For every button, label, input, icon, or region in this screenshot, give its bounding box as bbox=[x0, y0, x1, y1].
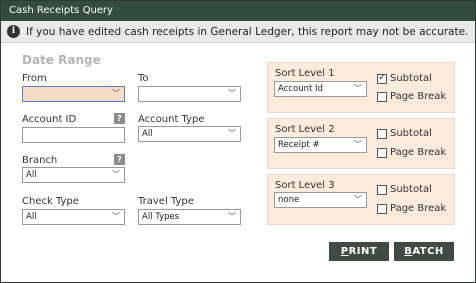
checkmark-icon[interactable]: ✓ bbox=[377, 73, 387, 84]
page-break-box[interactable] bbox=[377, 203, 387, 214]
chevron-down-icon: ﹀ bbox=[228, 129, 236, 138]
info-icon: i bbox=[7, 25, 20, 38]
page-break-label: Page Break bbox=[390, 91, 447, 102]
sort-level-1-subtotal-checkbox[interactable]: ✓ Subtotal bbox=[377, 73, 432, 84]
chevron-down-icon: ﹀ bbox=[228, 212, 236, 221]
page-break-box[interactable] bbox=[377, 91, 387, 102]
account-type-select[interactable]: All ﹀ bbox=[138, 126, 241, 142]
sort-level-2-panel: Sort Level 2 Receipt # ﹀ Subtotal Page B… bbox=[267, 118, 455, 169]
print-accelerator: P bbox=[340, 246, 349, 257]
chevron-down-icon: ﹀ bbox=[112, 212, 120, 221]
branch-label: Branch bbox=[22, 155, 58, 166]
info-banner: i If you have edited cash receipts in Ge… bbox=[1, 21, 475, 43]
sort-level-2-subtotal-checkbox[interactable]: Subtotal bbox=[377, 128, 432, 139]
travel-type-label: Travel Type bbox=[138, 196, 194, 207]
sort-level-2-value: Receipt # bbox=[278, 140, 320, 150]
chevron-down-icon: ﹀ bbox=[354, 195, 362, 204]
account-id-label: Account ID bbox=[22, 114, 77, 125]
sort-level-2-label: Sort Level 2 bbox=[275, 124, 335, 135]
page-break-box[interactable] bbox=[377, 147, 387, 158]
chevron-down-icon: ﹀ bbox=[228, 89, 236, 98]
sort-level-1-panel: Sort Level 1 Account Id ﹀ ✓ Subtotal Pag… bbox=[267, 62, 455, 113]
subtotal-box[interactable] bbox=[377, 128, 387, 139]
sort-level-3-value: none bbox=[278, 195, 300, 205]
chevron-down-icon: ﹀ bbox=[112, 170, 120, 179]
window-title: Cash Receipts Query bbox=[1, 1, 475, 21]
sort-level-3-subtotal-checkbox[interactable]: Subtotal bbox=[377, 184, 432, 195]
account-type-label: Account Type bbox=[138, 114, 205, 125]
sort-level-2-select[interactable]: Receipt # ﹀ bbox=[274, 137, 367, 153]
chevron-down-icon: ﹀ bbox=[112, 89, 120, 98]
from-label: From bbox=[22, 73, 47, 84]
sort-level-1-label: Sort Level 1 bbox=[275, 68, 335, 79]
sort-level-2-page-break-checkbox[interactable]: Page Break bbox=[377, 147, 446, 158]
info-text: If you have edited cash receipts in Gene… bbox=[26, 25, 469, 38]
subtotal-box[interactable] bbox=[377, 184, 387, 195]
chevron-down-icon: ﹀ bbox=[354, 84, 362, 93]
batch-button[interactable]: BATCH bbox=[394, 242, 454, 261]
check-type-value: All bbox=[26, 212, 37, 222]
to-date-select[interactable]: ﹀ bbox=[138, 86, 241, 102]
sort-level-3-page-break-checkbox[interactable]: Page Break bbox=[377, 203, 446, 214]
travel-type-value: All Types bbox=[142, 212, 180, 222]
sort-level-3-label: Sort Level 3 bbox=[275, 180, 335, 191]
print-button[interactable]: PRINT bbox=[329, 242, 389, 261]
check-type-select[interactable]: All ﹀ bbox=[22, 209, 125, 225]
page-break-label: Page Break bbox=[390, 147, 447, 158]
travel-type-select[interactable]: All Types ﹀ bbox=[138, 209, 241, 225]
cash-receipts-query-window: Cash Receipts Query i If you have edited… bbox=[0, 0, 476, 283]
page-break-label: Page Break bbox=[390, 203, 447, 214]
help-icon[interactable]: ? bbox=[114, 154, 125, 165]
date-range-heading: Date Range bbox=[22, 53, 101, 67]
chevron-down-icon: ﹀ bbox=[354, 140, 362, 149]
account-id-input[interactable] bbox=[22, 127, 125, 143]
account-type-value: All bbox=[142, 129, 153, 139]
sort-level-3-select[interactable]: none ﹀ bbox=[274, 192, 367, 208]
branch-value: All bbox=[26, 170, 37, 180]
subtotal-label: Subtotal bbox=[390, 184, 432, 195]
branch-select[interactable]: All ﹀ bbox=[22, 167, 125, 183]
sort-level-1-value: Account Id bbox=[278, 84, 323, 94]
from-date-select[interactable]: ﹀ bbox=[22, 86, 125, 102]
print-label: RINT bbox=[348, 246, 378, 257]
check-type-label: Check Type bbox=[22, 196, 79, 207]
sort-level-3-panel: Sort Level 3 none ﹀ Subtotal Page Break bbox=[267, 174, 455, 225]
subtotal-label: Subtotal bbox=[390, 128, 432, 139]
subtotal-label: Subtotal bbox=[390, 73, 432, 84]
batch-label: ATCH bbox=[412, 246, 444, 257]
sort-level-1-select[interactable]: Account Id ﹀ bbox=[274, 81, 367, 97]
sort-level-1-page-break-checkbox[interactable]: Page Break bbox=[377, 91, 446, 102]
help-icon[interactable]: ? bbox=[114, 113, 125, 124]
to-label: To bbox=[138, 73, 149, 84]
